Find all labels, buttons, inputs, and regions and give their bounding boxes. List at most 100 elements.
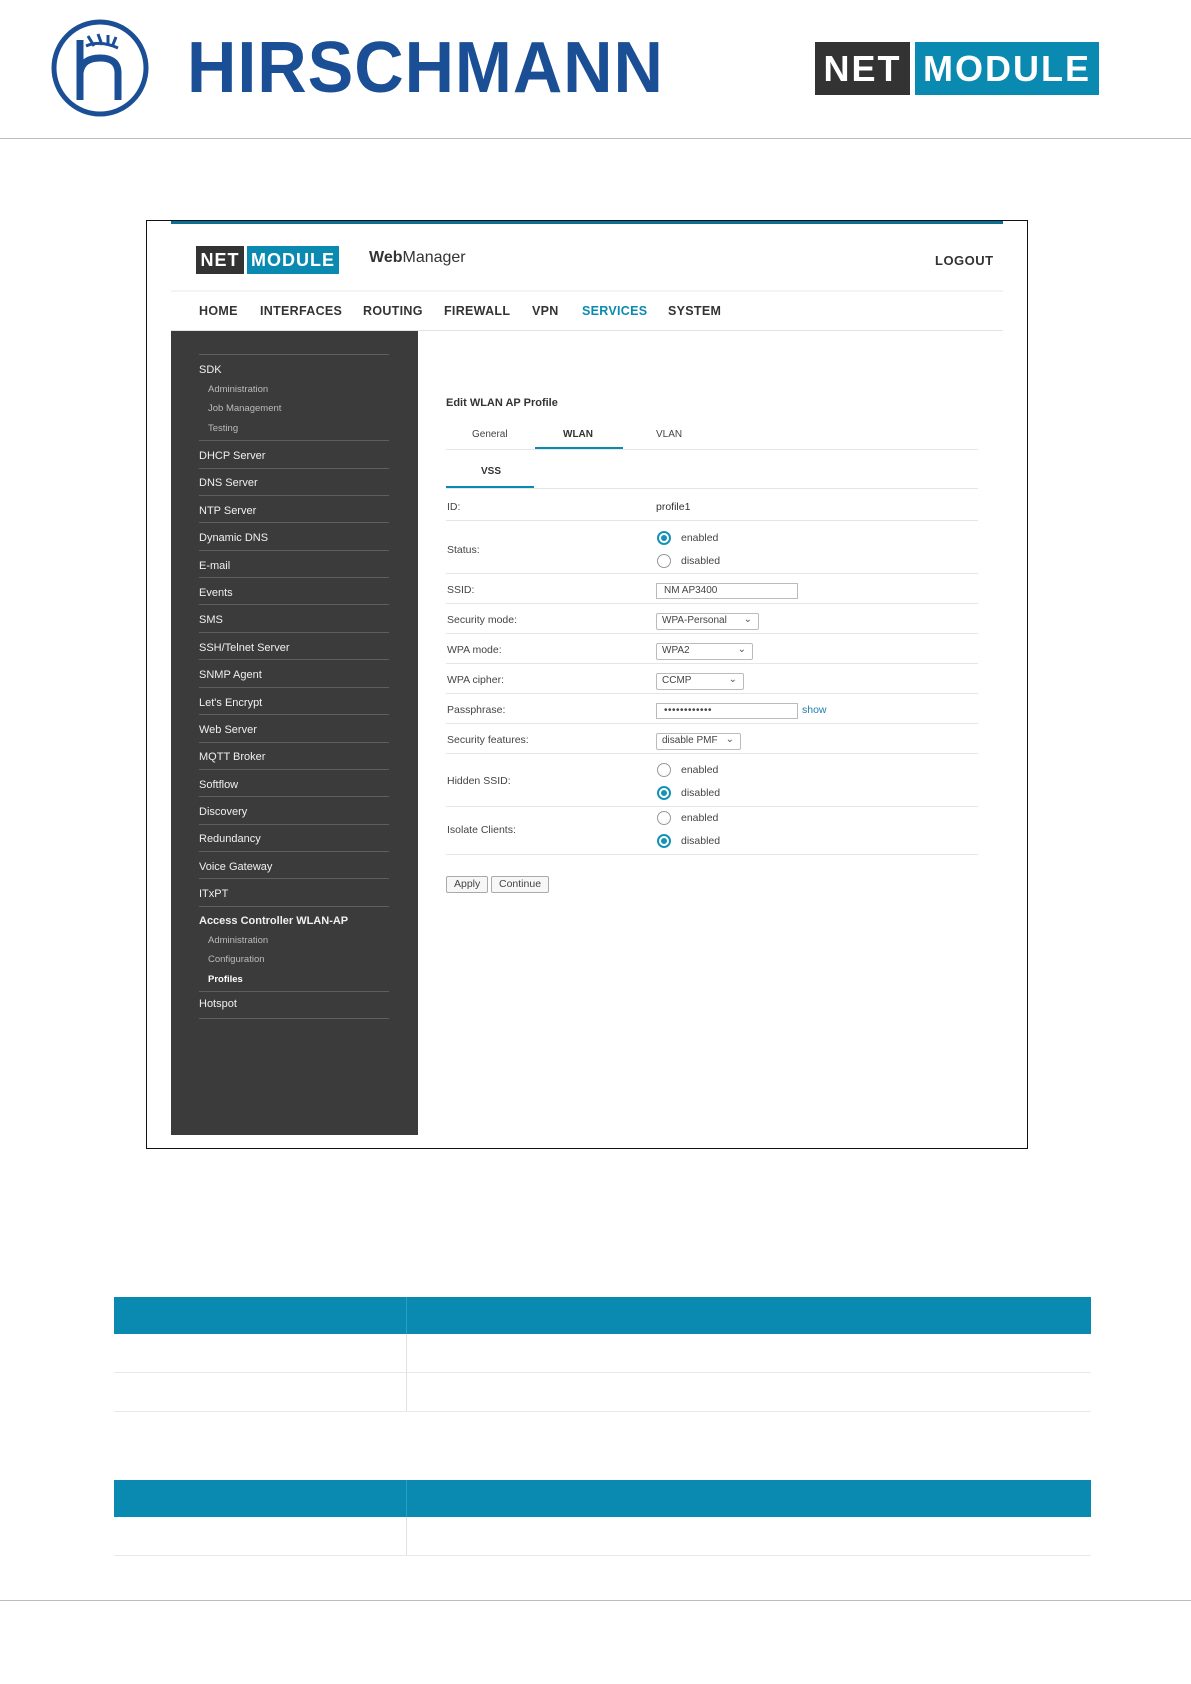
app-logo-module: MODULE (247, 246, 339, 274)
sidebar-item-events[interactable]: Events (199, 587, 389, 599)
hidden-ssid-disabled-label: disabled (681, 787, 721, 799)
app-title-rest: Manager (402, 249, 466, 266)
status-enabled-label: enabled (681, 532, 719, 544)
sidebar-sub-testing[interactable]: Testing (208, 423, 238, 434)
hidden-ssid-enabled-radio[interactable] (657, 763, 671, 777)
sidebar-divider (199, 550, 389, 551)
column-divider (406, 1373, 407, 1411)
nav-home[interactable]: HOME (199, 304, 238, 318)
sidebar-item-redundancy[interactable]: Redundancy (199, 833, 389, 845)
sidebar-item-ssh-telnet[interactable]: SSH/Telnet Server (199, 642, 389, 654)
isolate-enabled-radio[interactable] (657, 811, 671, 825)
sidebar-item-email[interactable]: E-mail (199, 560, 389, 572)
passphrase-input[interactable]: •••••••••••• (656, 703, 798, 719)
sidebar-item-sdk[interactable]: SDK (199, 364, 389, 376)
row-divider (446, 753, 978, 754)
continue-button[interactable]: Continue (491, 876, 550, 893)
chevron-down-icon: ⌄ (725, 734, 734, 745)
table-row (114, 1517, 1091, 1556)
sidebar-divider (199, 440, 389, 441)
sidebar-item-ntp-server[interactable]: NTP Server (199, 505, 389, 517)
sidebar-divider (199, 824, 389, 825)
sidebar-item-hotspot[interactable]: Hotspot (199, 998, 389, 1010)
sidebar-item-discovery[interactable]: Discovery (199, 806, 389, 818)
chevron-down-icon: ⌄ (728, 674, 737, 685)
row-divider (446, 603, 978, 604)
sidebar-sub-ac-administration[interactable]: Administration (208, 935, 268, 946)
row-divider (446, 806, 978, 807)
sidebar-divider (199, 796, 389, 797)
app-title: WebManager (369, 249, 466, 267)
row-divider (446, 633, 978, 634)
security-mode-select[interactable]: WPA-Personal ⌄ (656, 613, 759, 630)
sidebar-sub-job-management[interactable]: Job Management (208, 403, 281, 414)
sidebar-divider (199, 577, 389, 578)
sidebar-item-voice-gateway[interactable]: Voice Gateway (199, 861, 389, 873)
wpa-cipher-select[interactable]: CCMP ⌄ (656, 673, 744, 690)
sidebar-divider (199, 354, 389, 355)
app-header: NET MODULE WebManager LOGOUT (171, 224, 1003, 290)
sidebar-item-mqtt-broker[interactable]: MQTT Broker (199, 751, 389, 763)
hidden-ssid-disabled-radio[interactable] (657, 786, 671, 800)
sidebar-item-sms[interactable]: SMS (199, 614, 389, 626)
tabs-divider (446, 449, 978, 450)
sidebar-divider (199, 742, 389, 743)
sidebar-divider (199, 687, 389, 688)
sidebar: SDK Administration Job Management Testin… (171, 331, 418, 1135)
row-divider (446, 573, 978, 574)
tab-vlan[interactable]: VLAN (656, 429, 682, 440)
ssid-input[interactable]: NM AP3400 (656, 583, 798, 599)
nav-services[interactable]: SERVICES (582, 304, 647, 318)
show-passphrase-link[interactable]: show (802, 704, 827, 716)
nav-vpn[interactable]: VPN (532, 304, 559, 318)
app-title-bold: Web (369, 249, 403, 266)
sidebar-item-web-server[interactable]: Web Server (199, 724, 389, 736)
security-features-select[interactable]: disable PMF ⌄ (656, 733, 741, 750)
subtab-vss[interactable]: VSS (481, 466, 501, 477)
netmodule-logo: NET MODULE (815, 42, 1099, 95)
screenshot-frame: NET MODULE WebManager LOGOUT HOME INTERF… (146, 220, 1028, 1149)
nav-routing[interactable]: ROUTING (363, 304, 423, 318)
sidebar-item-snmp-agent[interactable]: SNMP Agent (199, 669, 389, 681)
sidebar-item-dns-server[interactable]: DNS Server (199, 477, 389, 489)
security-features-label: Security features: (447, 734, 529, 746)
wpa-cipher-label: WPA cipher: (447, 674, 504, 686)
tab-wlan[interactable]: WLAN (563, 429, 593, 440)
sidebar-item-itxpt[interactable]: ITxPT (199, 888, 389, 900)
app-logo[interactable]: NET MODULE (196, 246, 339, 274)
wpa-mode-label: WPA mode: (447, 644, 502, 656)
logout-link[interactable]: LOGOUT (935, 253, 994, 268)
main-nav: HOME INTERFACES ROUTING FIREWALL VPN SER… (171, 292, 1003, 331)
sidebar-sub-administration[interactable]: Administration (208, 384, 268, 395)
sidebar-divider (199, 769, 389, 770)
wpa-mode-value: WPA2 (662, 645, 690, 656)
logo-module: MODULE (915, 42, 1099, 95)
table2-header (114, 1480, 1091, 1517)
status-label: Status: (447, 544, 480, 556)
sidebar-item-lets-encrypt[interactable]: Let's Encrypt (199, 697, 389, 709)
sidebar-divider (199, 906, 389, 907)
status-enabled-radio[interactable] (657, 531, 671, 545)
hidden-ssid-enabled-label: enabled (681, 764, 719, 776)
sidebar-sub-ac-profiles[interactable]: Profiles (208, 974, 243, 985)
apply-button[interactable]: Apply (446, 876, 489, 893)
page-title: Edit WLAN AP Profile (446, 397, 558, 409)
nav-system[interactable]: SYSTEM (668, 304, 721, 318)
nav-firewall[interactable]: FIREWALL (444, 304, 510, 318)
sidebar-item-dynamic-dns[interactable]: Dynamic DNS (199, 532, 389, 544)
sidebar-item-softflow[interactable]: Softflow (199, 779, 389, 791)
sidebar-item-access-controller[interactable]: Access Controller WLAN-AP (199, 915, 389, 927)
tab-general[interactable]: General (472, 429, 508, 440)
sidebar-divider (199, 522, 389, 523)
table-row (114, 1334, 1091, 1373)
hidden-ssid-label: Hidden SSID: (447, 775, 511, 787)
wpa-mode-select[interactable]: WPA2 ⌄ (656, 643, 753, 660)
passphrase-label: Passphrase: (447, 704, 506, 716)
sidebar-divider (199, 878, 389, 879)
isolate-disabled-radio[interactable] (657, 834, 671, 848)
sidebar-item-dhcp-server[interactable]: DHCP Server (199, 450, 389, 462)
sidebar-sub-ac-configuration[interactable]: Configuration (208, 954, 265, 965)
status-disabled-radio[interactable] (657, 554, 671, 568)
nav-interfaces[interactable]: INTERFACES (260, 304, 342, 318)
row-divider (446, 663, 978, 664)
